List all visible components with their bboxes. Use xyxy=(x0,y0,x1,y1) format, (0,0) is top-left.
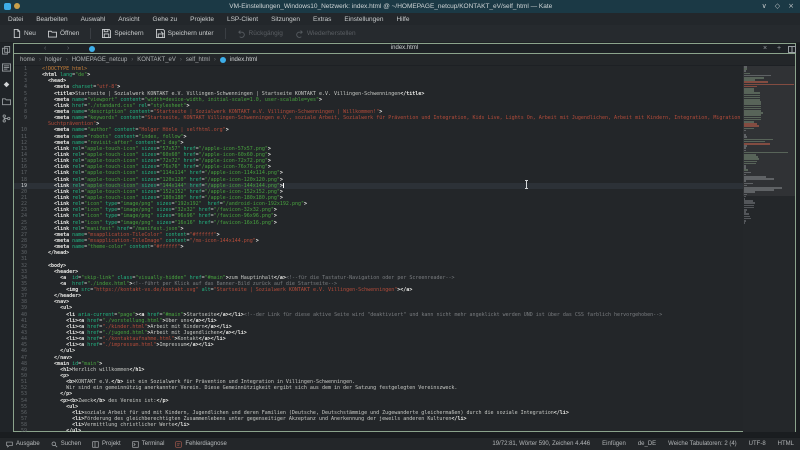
toolbar-separator xyxy=(90,28,91,39)
breadcrumb-segment-home[interactable]: home xyxy=(20,57,35,63)
menu-item-datei[interactable]: Datei xyxy=(8,16,23,23)
code-editor[interactable]: 1<!DOCTYPE html>2<html lang="de">3 <head… xyxy=(14,66,795,432)
breadcrumb-segment-self_html[interactable]: self_html xyxy=(186,57,210,63)
search-icon xyxy=(51,441,58,448)
statusbar-toggle-ausgabe[interactable]: Ausgabe xyxy=(6,441,40,448)
statusbar-toggle-label: Ausgabe xyxy=(16,441,40,447)
redo-icon xyxy=(295,29,304,38)
tab-index-html[interactable]: index.html xyxy=(14,44,795,53)
statusbar-toggle-label: Suchen xyxy=(61,441,81,447)
statusbar-toggle-projekt[interactable]: Projekt xyxy=(92,441,121,448)
close-button-icon[interactable]: × xyxy=(788,0,794,13)
code-line[interactable]: 59 </ul> xyxy=(14,428,795,432)
code-text: </ul> xyxy=(42,428,741,432)
save-as-icon xyxy=(156,29,165,38)
statusbar-toggle-label: Projekt xyxy=(102,441,121,447)
new-tab-icon[interactable]: + xyxy=(777,44,781,53)
breadcrumb-chevron-icon: › xyxy=(66,57,68,63)
breadcrumb-chevron-icon: › xyxy=(214,57,216,63)
breadcrumb: home›holger›HOMEPAGE_netcup›KONTAKT_eV›s… xyxy=(14,54,795,66)
menu-item-auswahl[interactable]: Auswahl xyxy=(81,16,106,23)
menu-item-sitzungen[interactable]: Sitzungen xyxy=(271,16,300,23)
insert-mode[interactable]: Einfügen xyxy=(602,441,626,447)
left-toolview-strip xyxy=(0,43,13,432)
rückg-ngig-button[interactable]: Rückgängig xyxy=(231,27,289,40)
close-tab-icon[interactable]: × xyxy=(763,44,767,53)
save-icon xyxy=(102,29,111,38)
breadcrumb-chevron-icon: › xyxy=(180,57,182,63)
statusbar-toggle-fehlerdiagnose[interactable]: Fehlerdiagnose xyxy=(175,441,226,448)
text-cursor-pointer xyxy=(524,180,529,189)
statusbar-toggle-terminal[interactable]: Terminal xyxy=(132,441,165,448)
menu-item-einstellungen[interactable]: Einstellungen xyxy=(344,16,383,23)
breadcrumb-file[interactable]: index.html xyxy=(230,57,257,63)
documents-icon[interactable] xyxy=(2,46,11,55)
kate-project-icon[interactable] xyxy=(2,80,11,89)
window-title: VM-Einstellungen_Windows10_Netzwerk: ind… xyxy=(20,3,762,10)
text-caret xyxy=(283,183,284,188)
status-bar: Ausgabe Suchen Projekt Terminal Fehlerdiagno… xyxy=(0,437,800,450)
kate-app-icon xyxy=(4,3,11,10)
menu-item-projekte[interactable]: Projekte xyxy=(190,16,214,23)
fold-column xyxy=(30,428,42,432)
menu-item-extras[interactable]: Extras xyxy=(313,16,331,23)
tab-mode[interactable]: Weiche Tabulatoren: 2 (4) xyxy=(668,441,736,447)
filesystem-browser-icon[interactable] xyxy=(2,97,11,106)
open-folder-icon xyxy=(48,29,57,38)
-ffnen-button[interactable]: Öffnen xyxy=(42,27,85,40)
terminal-icon xyxy=(132,441,139,448)
statusbar-toggle-suchen[interactable]: Suchen xyxy=(51,441,81,448)
syntax-mode[interactable]: HTML xyxy=(778,441,794,447)
breadcrumb-segment-kontakt_ev[interactable]: KONTAKT_eV xyxy=(137,57,176,63)
html-file-icon xyxy=(220,57,226,63)
breadcrumb-chevron-icon: › xyxy=(131,57,133,63)
toolbar-separator xyxy=(225,28,226,39)
menu-item-gehe-zu[interactable]: Gehe zu xyxy=(153,16,178,23)
minimize-button-icon[interactable]: ∨ xyxy=(762,0,767,13)
dictionary[interactable]: de_DE xyxy=(638,441,656,447)
menu-item-bearbeiten[interactable]: Bearbeiten xyxy=(36,16,67,23)
undo-icon xyxy=(237,29,246,38)
git-branch-icon[interactable] xyxy=(2,114,11,123)
menu-item-hilfe[interactable]: Hilfe xyxy=(396,16,409,23)
minimap-viewport[interactable] xyxy=(743,66,795,196)
minimap-scrollbar[interactable] xyxy=(743,66,795,432)
statusbar-toggle-label: Terminal xyxy=(142,441,165,447)
encoding[interactable]: UTF-8 xyxy=(749,441,766,447)
toolbar-button-label: Speichern xyxy=(114,30,143,37)
speichern-unter-button[interactable]: Speichern unter xyxy=(150,27,220,40)
output-icon xyxy=(6,441,13,448)
new-document-icon xyxy=(12,29,21,38)
toolbar: Neu Öffnen Speichern Speichern unter Rückgän… xyxy=(0,25,800,43)
document-list-icon[interactable] xyxy=(2,63,11,72)
title-bar: VM-Einstellungen_Windows10_Netzwerk: ind… xyxy=(0,0,800,13)
split-view-icon[interactable] xyxy=(788,46,796,53)
view-space-frame: ‹ › index.html × + home›holger›HOMEPAGE_… xyxy=(13,43,796,432)
line-number: 59 xyxy=(14,428,30,432)
project-icon xyxy=(92,441,99,448)
toolbar-button-label: Öffnen xyxy=(60,30,79,37)
wiederherstellen-button[interactable]: Wiederherstellen xyxy=(289,27,362,40)
toolbar-button-label: Neu xyxy=(24,30,36,37)
cursor-position-words-chars: 19/72:81, Wörter 590, Zeichen 4.446 xyxy=(492,441,590,447)
breadcrumb-segment-homepage_netcup[interactable]: HOMEPAGE_netcup xyxy=(72,57,128,63)
diagnostics-icon xyxy=(175,441,182,448)
speichern-button[interactable]: Speichern xyxy=(96,27,149,40)
statusbar-toggle-label: Fehlerdiagnose xyxy=(185,441,226,447)
breadcrumb-chevron-icon: › xyxy=(39,57,41,63)
breadcrumb-segment-holger[interactable]: holger xyxy=(45,57,62,63)
menu-bar: Datei Bearbeiten Auswahl Ansicht Gehe zu Proj… xyxy=(0,13,800,25)
menu-item-ansicht[interactable]: Ansicht xyxy=(118,16,139,23)
toolbar-button-label: Rückgängig xyxy=(249,30,283,37)
toolbar-button-label: Speichern unter xyxy=(168,30,214,37)
neu-button[interactable]: Neu xyxy=(6,27,42,40)
tab-bar: ‹ › index.html × + xyxy=(14,44,795,54)
maximize-button-icon[interactable]: ◇ xyxy=(775,0,780,13)
menu-item-lsp-client[interactable]: LSP-Client xyxy=(227,16,258,23)
toolbar-button-label: Wiederherstellen xyxy=(307,30,356,37)
